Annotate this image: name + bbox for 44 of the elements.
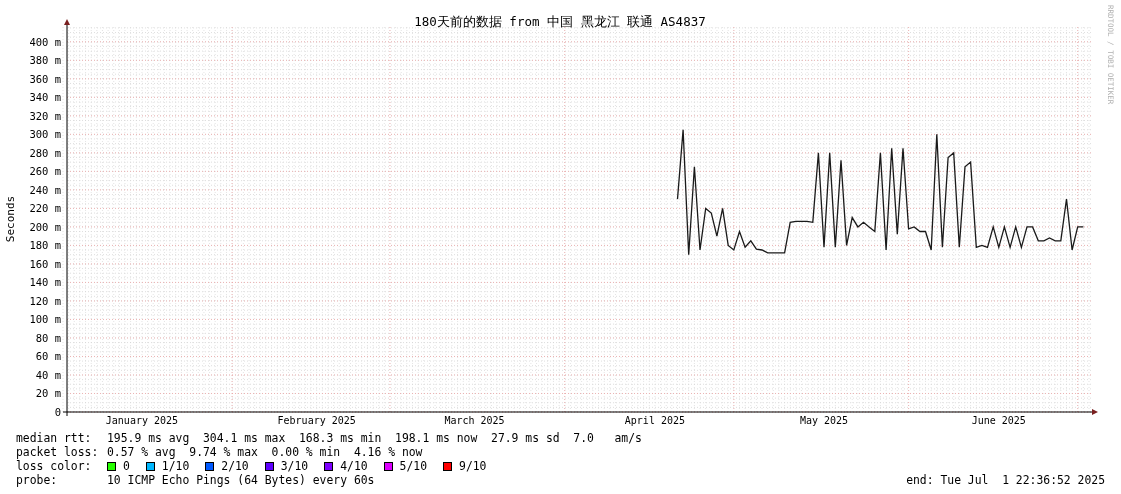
probe-text: 10 ICMP Echo Pings (64 Bytes) every 60s (107, 473, 375, 487)
legend-label: median rtt: (16, 431, 93, 445)
x-tick-label: February 2025 (277, 415, 356, 426)
x-tick-label: May 2025 (799, 415, 849, 426)
y-tick-label: 240 m (29, 183, 61, 196)
swatch-label: 4/10 (340, 459, 368, 473)
chart-title: 180天前的数据 from 中国 黑龙江 联通 AS4837 (414, 14, 706, 29)
y-tick-label: 200 m (29, 220, 61, 233)
y-axis-title: Seconds (4, 195, 17, 243)
y-tick-label: 20 m (35, 387, 61, 400)
swatch-label: 5/10 (399, 459, 428, 473)
legend-stats: 0.57 % avg 9.74 % max 0.00 % min 4.16 % now (107, 445, 423, 459)
y-tick-label: 220 m (29, 202, 61, 215)
legend-stats: 195.9 ms avg 304.1 ms max 168.3 ms min 198.1 ms now 27.9 ms sd 7.0 am/s (107, 431, 642, 445)
y-tick-label: 140 m (29, 276, 61, 289)
y-tick-label: 0 (54, 406, 61, 418)
x-tick-label: June 2025 (971, 415, 1026, 426)
y-tick-label: 400 m (29, 35, 61, 48)
swatch-label: 3/10 (280, 459, 309, 473)
y-tick-label: 280 m (29, 146, 61, 159)
y-tick-label: 60 m (35, 350, 61, 363)
y-tick-label: 360 m (29, 72, 61, 85)
y-tick-label: 100 m (29, 313, 61, 326)
y-tick-label: 40 m (35, 369, 61, 381)
swatch-label: 2/10 (221, 459, 249, 473)
x-tick-label: January 2025 (105, 415, 179, 426)
y-tick-label: 80 m (35, 331, 61, 344)
end-time: end: Tue Jul 1 22:36:52 2025 (906, 473, 1105, 487)
x-tick-label: April 2025 (624, 415, 686, 426)
legend-label: packet loss: (16, 445, 100, 459)
y-tick-label: 160 m (29, 257, 61, 270)
y-tick-label: 300 m (29, 128, 61, 141)
y-tick-label: 340 m (29, 91, 61, 104)
y-tick-label: 320 m (29, 109, 61, 122)
legend-label: loss color: (16, 459, 93, 473)
y-tick-label: 380 m (29, 54, 61, 67)
y-tick-label: 120 m (29, 294, 61, 307)
x-tick-label: March 2025 (444, 415, 505, 426)
swatch-label: 1/10 (161, 459, 190, 473)
swatch-label: 9/10 (459, 459, 487, 473)
legend-label: probe: (16, 473, 59, 487)
swatch-label: 0 (123, 459, 130, 473)
y-tick-label: 180 m (29, 239, 61, 252)
y-tick-label: 260 m (29, 165, 61, 178)
